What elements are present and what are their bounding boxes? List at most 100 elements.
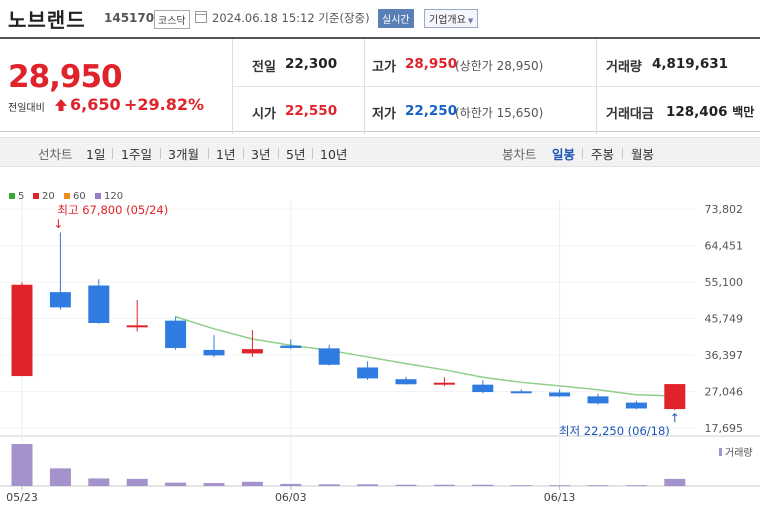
volume-bar <box>510 485 532 486</box>
stock-code: 145170 <box>104 11 155 25</box>
volume-label: 거래량 <box>606 60 642 75</box>
legend-label: 60 <box>73 191 86 202</box>
tab-separator <box>278 148 279 159</box>
prev-close-label: 전일 <box>252 60 276 75</box>
volume-legend-swatch <box>719 448 722 456</box>
tab-separator <box>622 148 623 159</box>
low-value: 22,250 <box>405 103 458 119</box>
volume-bar <box>241 481 263 486</box>
y-tick-label: 36,397 <box>705 349 744 362</box>
tab-separator <box>112 148 113 159</box>
volume-bar <box>549 485 571 486</box>
line-chart-label: 선차트 <box>38 147 73 162</box>
legend-swatch <box>9 193 15 199</box>
tab-10y[interactable]: 10년 <box>320 144 347 163</box>
candle-chart-label: 봉차트 <box>502 147 537 162</box>
high-label: 고가 <box>372 60 396 75</box>
candle-body <box>318 348 340 365</box>
tab-separator <box>160 148 161 159</box>
tab-weekly[interactable]: 주봉 <box>591 144 614 163</box>
x-tick-label: 06/03 <box>275 491 307 504</box>
candle-body <box>510 391 532 394</box>
candle-body <box>203 349 225 356</box>
caret-down-icon: ▼ <box>467 17 474 25</box>
open-value: 22,550 <box>285 103 338 119</box>
price-chart[interactable]: 05/23 06/03 06/13 73,802 64,451 55,100 45,749 3… <box>0 168 760 510</box>
volume-bar <box>49 468 71 486</box>
tab-separator <box>312 148 313 159</box>
volume-bar <box>11 444 33 486</box>
volume-bar <box>165 482 187 486</box>
tab-1w[interactable]: 1주일 <box>121 144 152 163</box>
tab-1y[interactable]: 1년 <box>216 144 235 163</box>
market-badge: 코스닥 <box>154 10 190 29</box>
volume-bar <box>203 483 225 486</box>
x-tick-label: 06/13 <box>544 491 576 504</box>
volume-legend-label: 거래량 <box>725 447 753 459</box>
y-tick-label: 17,695 <box>705 422 744 435</box>
timestamp: 2024.06.18 15:12 기준(장중) <box>212 11 370 25</box>
volume-value: 4,819,631 <box>652 56 729 72</box>
volume-bar <box>587 485 609 486</box>
tab-separator <box>208 148 209 159</box>
candlestick-chart[interactable]: 05/23 06/03 06/13 73,802 64,451 55,100 45,749 3… <box>0 168 760 510</box>
high-value: 28,950 <box>405 56 458 72</box>
change-label: 전일대비 <box>8 103 45 114</box>
prev-close-value: 22,300 <box>285 56 338 72</box>
y-tick-label: 55,100 <box>705 276 744 289</box>
tab-monthly[interactable]: 월봉 <box>631 144 654 163</box>
turnover-number: 128,406 <box>666 104 728 120</box>
volume-bar <box>280 483 302 486</box>
candle-body <box>549 392 571 397</box>
legend-swatch <box>33 193 39 199</box>
tab-3y[interactable]: 3년 <box>251 144 270 163</box>
tab-1d[interactable]: 1일 <box>86 144 105 163</box>
volume-bar <box>395 484 417 486</box>
lower-limit: (하한가 15,650) <box>455 106 544 120</box>
candle-body <box>280 345 302 348</box>
current-price: 28,950 <box>8 59 123 95</box>
divider <box>232 86 760 87</box>
tab-5y[interactable]: 5년 <box>286 144 305 163</box>
volume-bar <box>472 484 494 486</box>
tab-daily[interactable]: 일봉 <box>552 144 575 163</box>
calendar-icon <box>195 11 207 23</box>
legend-label: 120 <box>104 191 123 202</box>
turnover-value: 128,406 백만 <box>666 103 754 120</box>
candle-body <box>395 379 417 385</box>
y-tick-label: 64,451 <box>705 239 744 252</box>
stock-name: 노브랜드 <box>8 8 86 32</box>
candle-body <box>126 325 148 328</box>
candle-body <box>433 382 455 385</box>
candle-body <box>357 367 379 379</box>
up-arrow-icon: ↑ <box>670 411 680 425</box>
high-annotation: 최고 67,800 (05/24) <box>57 203 168 217</box>
upper-limit: (상한가 28,950) <box>455 59 544 73</box>
legend-label: 5 <box>18 191 24 202</box>
y-tick-label: 45,749 <box>705 312 744 325</box>
low-label: 저가 <box>372 107 396 122</box>
company-overview-label: 기업개요 <box>429 15 466 26</box>
candle-body <box>11 284 33 377</box>
candle-body <box>241 349 263 354</box>
volume-bar <box>664 478 686 486</box>
candle-body <box>49 292 71 308</box>
volume-bar <box>126 478 148 486</box>
change-percent: +29.82% <box>124 95 205 114</box>
period-tabs: 선차트 1일 1주일 3개월 1년 3년 5년 10년 봉차트 일봉 주봉 월봉 <box>0 137 760 167</box>
company-overview-button[interactable]: 기업개요 ▼ <box>424 9 479 28</box>
y-tick-label: 73,802 <box>705 203 744 216</box>
tab-3m[interactable]: 3개월 <box>168 144 199 163</box>
legend-swatch <box>95 193 101 199</box>
realtime-button[interactable]: 실시간 <box>378 9 414 28</box>
quote-panel: 28,950 전일대비 6,650 +29.82% 전일 22,300 고가 2… <box>0 37 760 134</box>
down-arrow-icon: ↓ <box>53 217 63 231</box>
volume-bar <box>357 484 379 486</box>
legend-label: 20 <box>42 191 55 202</box>
open-label: 시가 <box>252 107 276 122</box>
candle-body <box>88 285 110 323</box>
y-tick-label: 27,046 <box>705 386 744 399</box>
candle-body <box>165 320 187 348</box>
turnover-label: 거래대금 <box>606 107 654 122</box>
volume-bar <box>625 485 647 486</box>
